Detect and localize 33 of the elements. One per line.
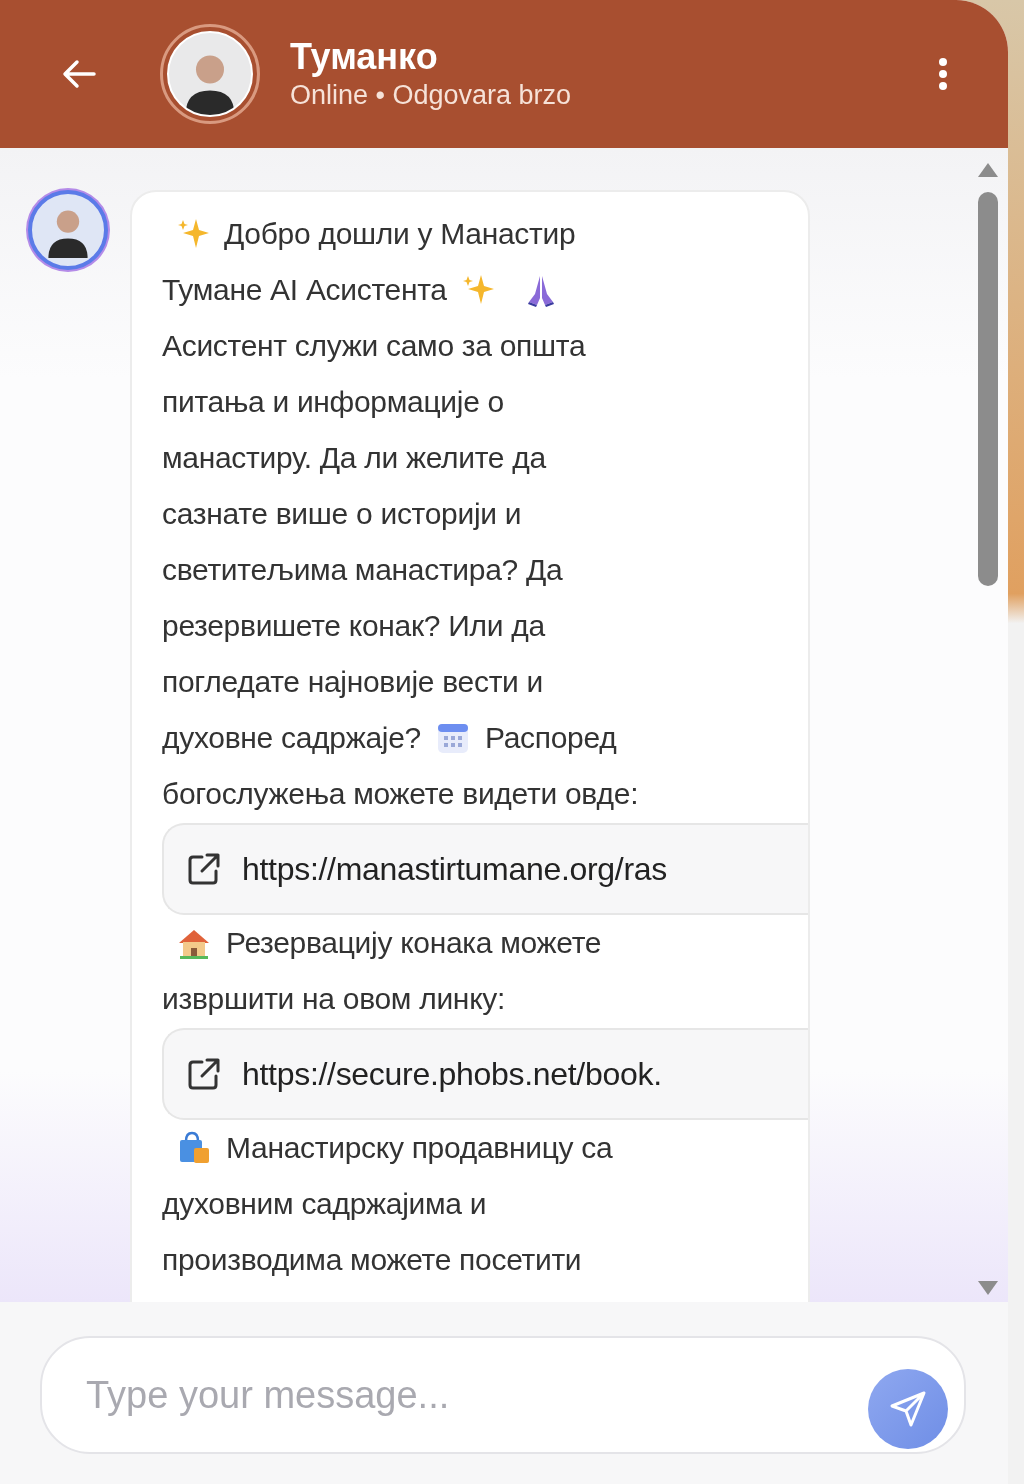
external-link-icon <box>186 1056 222 1092</box>
message-text: Тумане AI Асистента <box>162 272 447 308</box>
message-text: извршити на овом линку: <box>162 981 506 1017</box>
link-box[interactable]: https://manastirtumane.org/ras <box>162 823 808 915</box>
message-text: светитељима манастира? Да <box>162 552 563 588</box>
link-box[interactable]: https://secure.phobs.net/book. <box>162 1028 808 1120</box>
message-text: манастиру. Да ли желите да <box>162 440 546 476</box>
message-text: духовне садржаје? <box>162 720 421 756</box>
message-text: резервишете конак? Или да <box>162 608 545 644</box>
contact-status: Online • Odgovara brzo <box>290 79 573 112</box>
message-composer[interactable]: Type your message... <box>40 1336 966 1454</box>
message-text: Асистент служи само за општа <box>162 328 586 364</box>
external-link-icon <box>186 851 222 887</box>
scroll-up-icon <box>977 162 999 178</box>
back-button[interactable] <box>62 59 96 89</box>
more-options-button[interactable] <box>938 57 948 91</box>
message-text: Распоред <box>484 720 617 756</box>
send-icon <box>888 1389 928 1429</box>
message-text: сазнате више о историји и <box>162 496 522 532</box>
scrollbar-thumb[interactable] <box>978 192 998 586</box>
more-options-icon <box>938 57 948 91</box>
message-text: питања и информације о <box>162 384 504 420</box>
message-text: Манастирску продавницу са <box>226 1130 613 1166</box>
message-text: Добро дошли у Манастир <box>224 216 576 252</box>
message-text: богослужења можете видети овде: <box>162 776 639 812</box>
message-text: Резервацију конака можете <box>226 925 602 961</box>
message-text: духовним садржајима и <box>162 1186 487 1222</box>
message-text: производима можете посетити <box>162 1242 582 1278</box>
message-input-field[interactable]: Type your message... <box>84 1372 868 1418</box>
contact-name: Туманко <box>290 36 439 78</box>
back-arrow-icon <box>62 59 96 89</box>
scroll-down-icon <box>977 1280 999 1296</box>
message-text: погледате најновије вести и <box>162 664 544 700</box>
